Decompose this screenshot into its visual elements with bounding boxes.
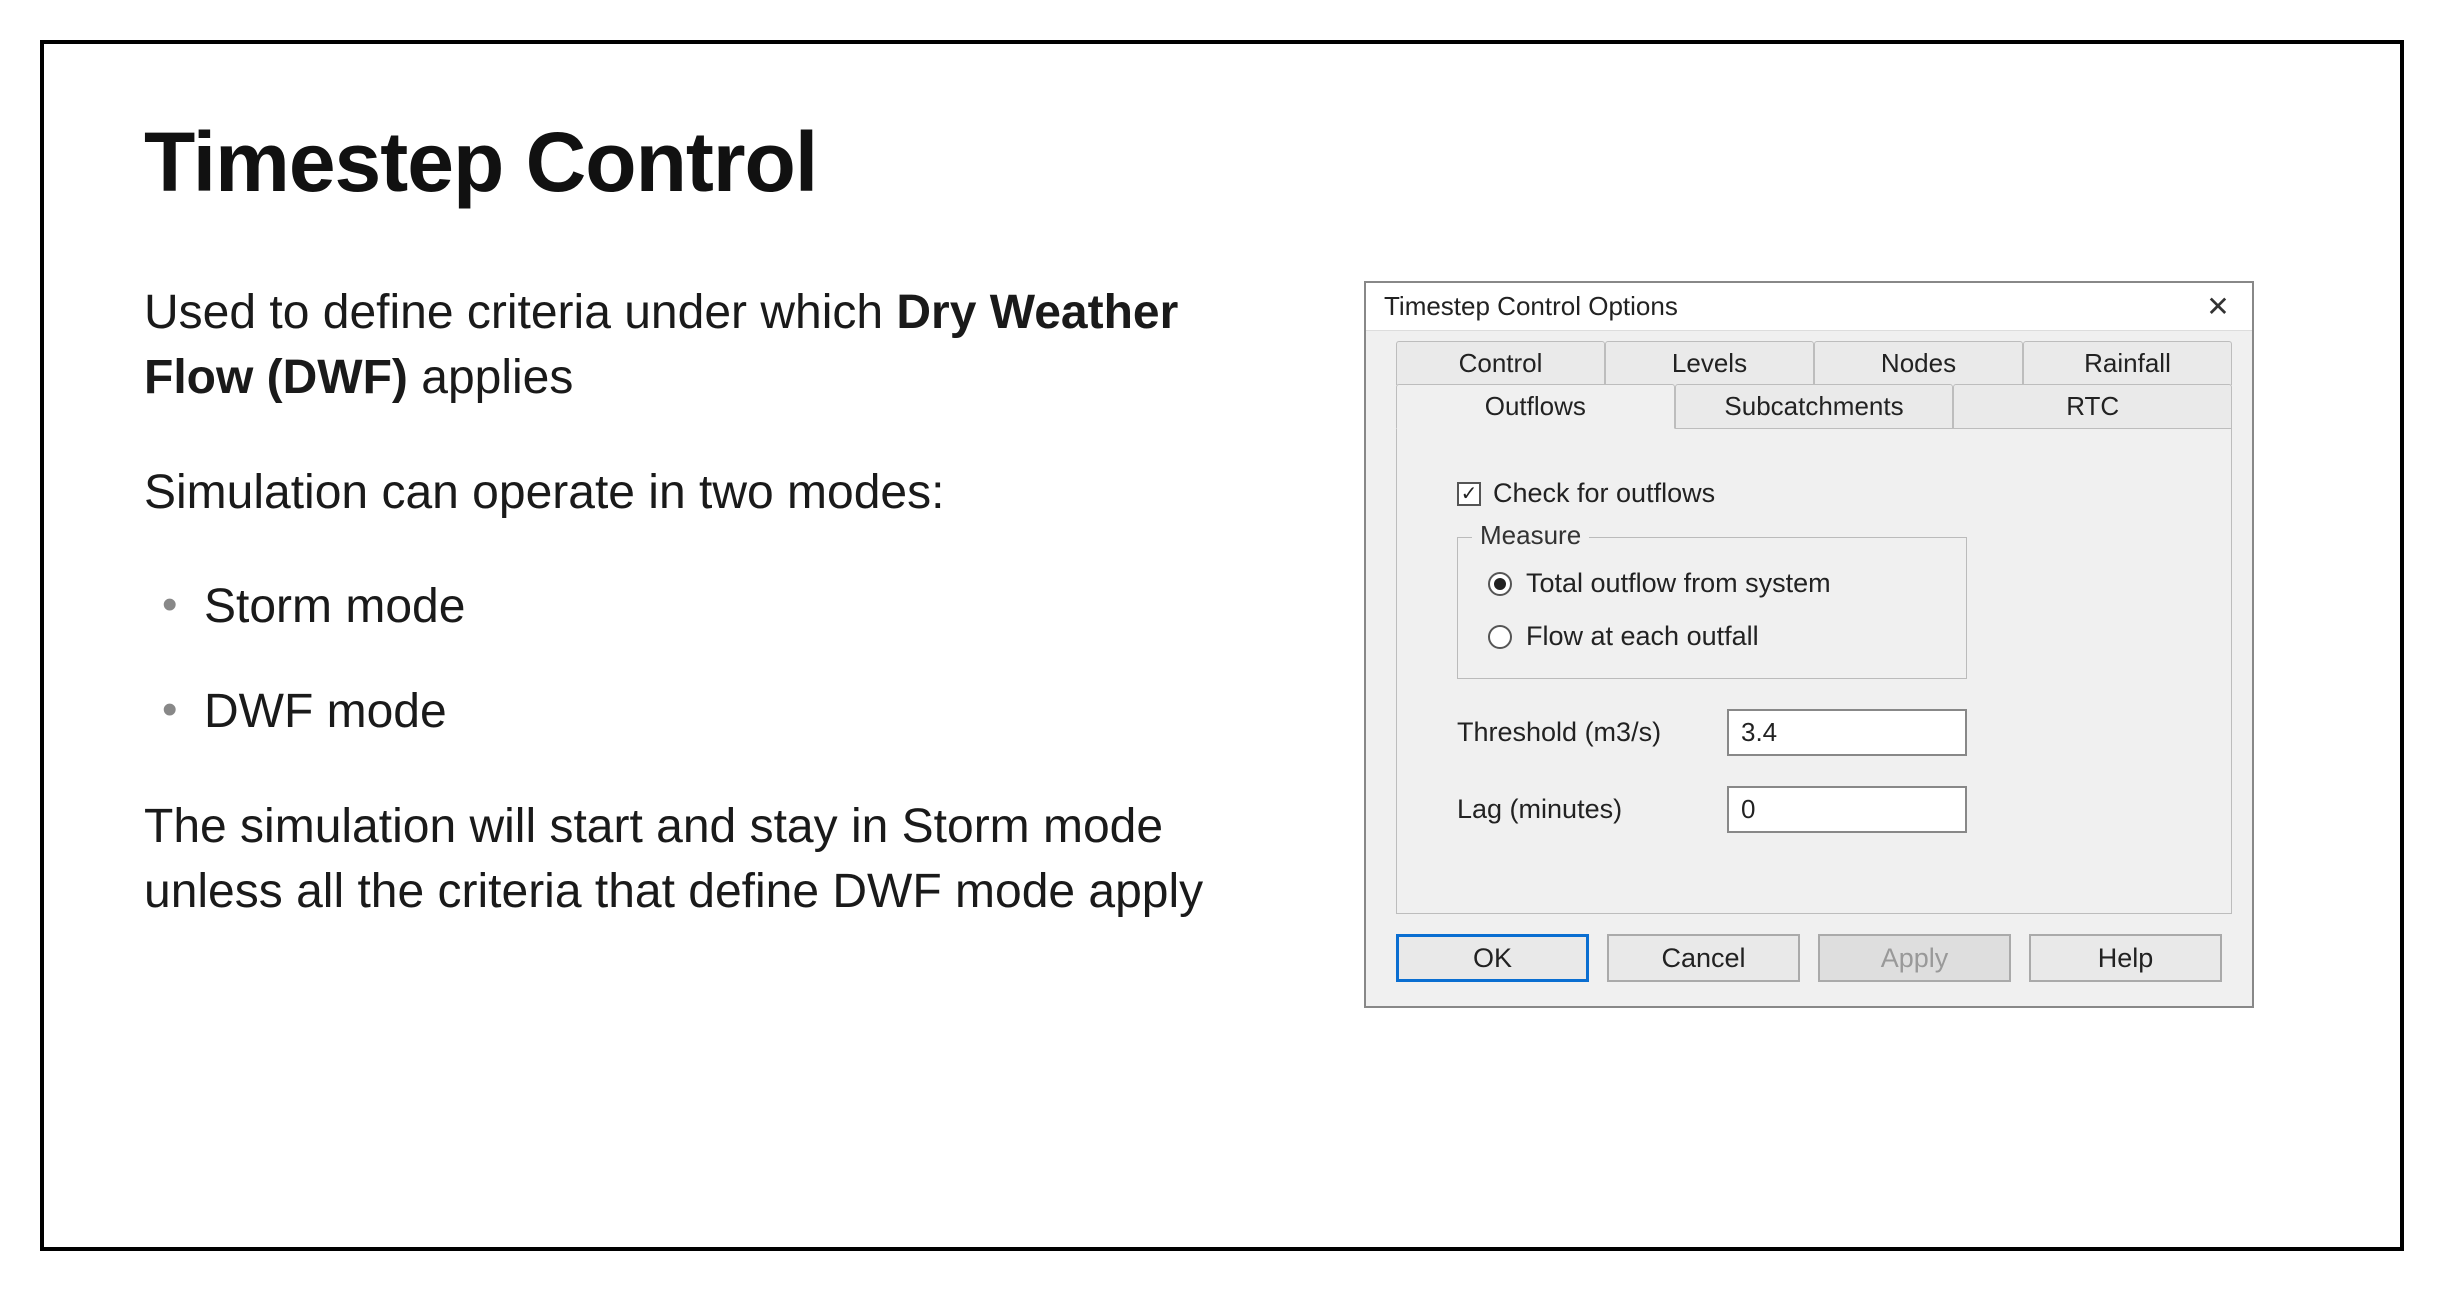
dialog-column: Timestep Control Options ✕ Control Level… <box>1364 281 2254 1008</box>
tab-nodes[interactable]: Nodes <box>1814 341 2023 385</box>
help-button[interactable]: Help <box>2029 934 2222 982</box>
tab-row-front: Outflows Subcatchments RTC <box>1396 384 2232 429</box>
dialog-button-bar: OK Cancel Apply Help <box>1366 914 2252 1006</box>
content-wrap: Used to define criteria under which Dry … <box>144 281 2300 1008</box>
check-for-outflows-checkbox[interactable]: ✓ <box>1457 482 1481 506</box>
tab-outflows[interactable]: Outflows <box>1396 384 1675 429</box>
mode-list: Storm mode DWF mode <box>144 575 1244 745</box>
cancel-button[interactable]: Cancel <box>1607 934 1800 982</box>
timestep-control-dialog: Timestep Control Options ✕ Control Level… <box>1364 281 2254 1008</box>
radio-total-outflow-button[interactable] <box>1488 572 1512 596</box>
lag-row: Lag (minutes) 0 <box>1457 786 2171 833</box>
tab-row-back: Control Levels Nodes Rainfall <box>1396 341 2232 385</box>
close-icon[interactable]: ✕ <box>2198 293 2238 321</box>
p1-text-a: Used to define criteria under which <box>144 286 896 339</box>
tab-control[interactable]: Control <box>1396 341 1605 385</box>
lag-input[interactable]: 0 <box>1727 786 1967 833</box>
radio-each-outfall[interactable]: Flow at each outfall <box>1488 621 1936 652</box>
tab-content-outflows: ✓ Check for outflows Measure Total outfl… <box>1396 428 2232 914</box>
paragraph-2: Simulation can operate in two modes: <box>144 461 1244 526</box>
dialog-body: Control Levels Nodes Rainfall Outflows S… <box>1366 331 2252 1006</box>
dialog-titlebar: Timestep Control Options ✕ <box>1366 283 2252 331</box>
radio-total-outflow[interactable]: Total outflow from system <box>1488 568 1936 599</box>
dialog-title: Timestep Control Options <box>1384 291 1678 322</box>
radio-each-outfall-button[interactable] <box>1488 625 1512 649</box>
tab-rtc[interactable]: RTC <box>1953 384 2232 429</box>
paragraph-3: The simulation will start and stay in St… <box>144 795 1244 925</box>
page-title: Timestep Control <box>144 114 2300 211</box>
text-column: Used to define criteria under which Dry … <box>144 281 1244 1008</box>
list-item: Storm mode <box>144 575 1244 640</box>
tab-rainfall[interactable]: Rainfall <box>2023 341 2232 385</box>
threshold-label: Threshold (m3/s) <box>1457 717 1727 748</box>
measure-legend: Measure <box>1472 520 1589 551</box>
check-for-outflows-row[interactable]: ✓ Check for outflows <box>1457 478 2171 509</box>
tab-subcatchments[interactable]: Subcatchments <box>1675 384 1954 429</box>
paragraph-1: Used to define criteria under which Dry … <box>144 281 1244 411</box>
lag-label: Lag (minutes) <box>1457 794 1727 825</box>
slide-frame: Timestep Control Used to define criteria… <box>40 40 2404 1251</box>
apply-button: Apply <box>1818 934 2011 982</box>
radio-each-outfall-label: Flow at each outfall <box>1526 621 1759 652</box>
p1-text-b: applies <box>408 351 573 404</box>
check-for-outflows-label: Check for outflows <box>1493 478 1715 509</box>
list-item: DWF mode <box>144 680 1244 745</box>
tab-container: Control Levels Nodes Rainfall Outflows S… <box>1366 331 2252 429</box>
threshold-input[interactable]: 3.4 <box>1727 709 1967 756</box>
radio-total-outflow-label: Total outflow from system <box>1526 568 1831 599</box>
tab-levels[interactable]: Levels <box>1605 341 1814 385</box>
threshold-row: Threshold (m3/s) 3.4 <box>1457 709 2171 756</box>
measure-fieldset: Measure Total outflow from system Flow a… <box>1457 537 1967 679</box>
ok-button[interactable]: OK <box>1396 934 1589 982</box>
